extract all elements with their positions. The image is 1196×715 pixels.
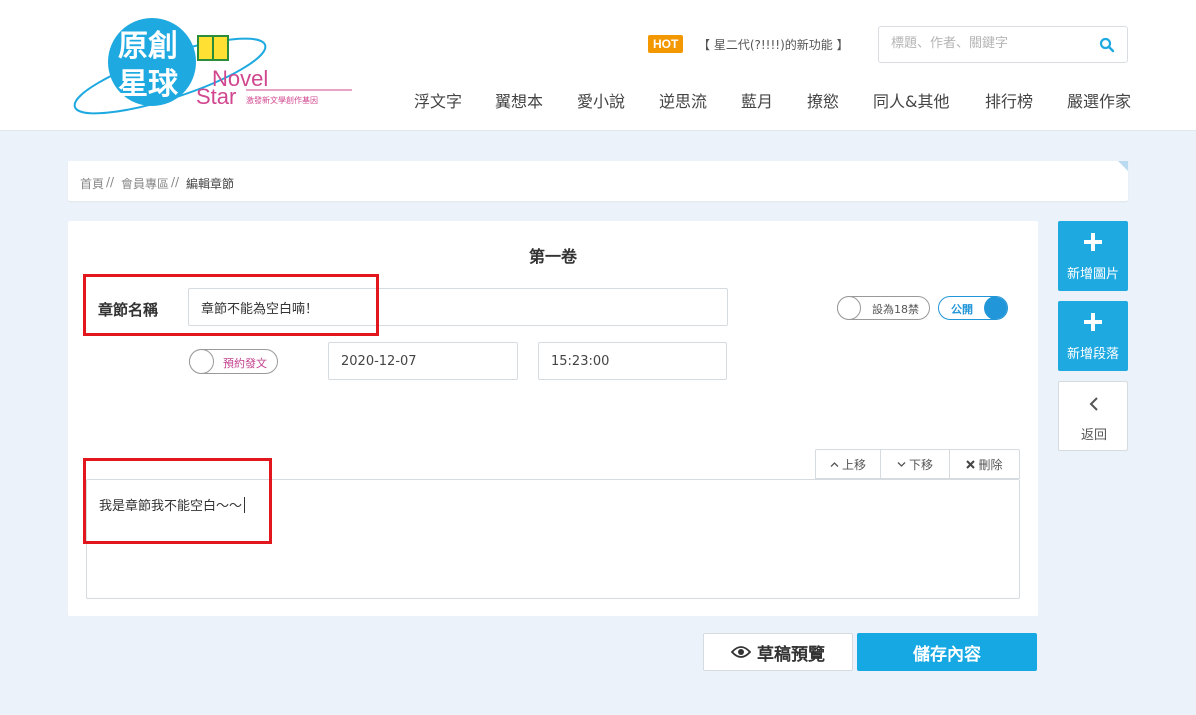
- volume-title: 第一卷: [528, 247, 577, 266]
- toggle-knob: [189, 349, 214, 374]
- search-icon[interactable]: [1099, 37, 1115, 53]
- svg-text:原創: 原創: [118, 29, 178, 64]
- search-box: [878, 26, 1128, 63]
- add-paragraph-label: 新增段落: [1066, 347, 1119, 362]
- highlight-box-title: [83, 274, 379, 336]
- schedule-post-label: 預約發文: [223, 357, 267, 370]
- svg-text:激發新文學創作基因: 激發新文學創作基因: [246, 95, 318, 105]
- nav-item[interactable]: 同人&其他: [873, 88, 949, 112]
- delete-paragraph-button[interactable]: 刪除: [949, 450, 1019, 478]
- chevron-down-icon: [897, 461, 906, 467]
- save-content-button[interactable]: 儲存內容: [857, 633, 1037, 671]
- draft-preview-button[interactable]: 草稿預覽: [703, 633, 853, 671]
- back-button[interactable]: 返回: [1058, 381, 1128, 451]
- toggle-knob: [837, 296, 861, 320]
- save-content-label: 儲存內容: [913, 644, 981, 665]
- schedule-date-input[interactable]: [328, 342, 518, 380]
- highlight-box-content: [83, 458, 272, 544]
- plus-icon: [1084, 313, 1102, 331]
- public-toggle-label: 公開: [951, 303, 973, 316]
- close-icon: [966, 459, 976, 469]
- schedule-time-input[interactable]: [538, 342, 727, 380]
- svg-text:Star: Star: [196, 84, 236, 109]
- chevron-left-icon: [1089, 397, 1098, 411]
- nav-item[interactable]: 逆思流: [659, 88, 707, 112]
- search-input[interactable]: [891, 36, 1091, 51]
- breadcrumb: 首頁 // 會員專區 // 編輯章節: [68, 161, 1128, 201]
- site-logo[interactable]: 原創 星球 Novel Star 激發新文學創作基因: [70, 14, 360, 118]
- nav-item[interactable]: 浮文字: [414, 88, 462, 112]
- hot-badge: HOT: [648, 35, 684, 53]
- toggle-knob: [984, 297, 1007, 319]
- delete-label: 刪除: [978, 457, 1003, 472]
- plus-icon: [1084, 233, 1102, 251]
- move-down-button[interactable]: 下移: [880, 450, 949, 478]
- nav-item[interactable]: 愛小說: [577, 88, 625, 112]
- site-header: 原創 星球 Novel Star 激發新文學創作基因 HOT 【 星二代(?!!…: [0, 0, 1196, 131]
- add-image-button[interactable]: 新增圖片: [1058, 221, 1128, 291]
- move-down-label: 下移: [908, 457, 933, 472]
- eye-icon: [731, 646, 751, 658]
- r18-toggle-label: 設為18禁: [872, 303, 919, 316]
- r18-toggle[interactable]: 設為18禁: [837, 296, 930, 320]
- schedule-post-toggle[interactable]: 預約發文: [189, 349, 278, 374]
- hot-news-link[interactable]: 【 星二代(?!!!!)的新功能 】: [698, 36, 849, 53]
- public-toggle[interactable]: 公開: [938, 296, 1008, 320]
- corner-decoration: [1118, 161, 1128, 171]
- nav-item[interactable]: 嚴選作家: [1067, 88, 1131, 112]
- move-up-button[interactable]: 上移: [816, 450, 880, 478]
- nav-item[interactable]: 藍月: [741, 88, 773, 112]
- back-label: 返回: [1080, 428, 1107, 443]
- svg-text:星球: 星球: [118, 67, 179, 102]
- breadcrumb-current: 編輯章節: [186, 177, 235, 191]
- breadcrumb-separator: //: [106, 175, 115, 189]
- nav-item[interactable]: 翼想本: [495, 88, 543, 112]
- chapter-editor-card: 第一卷 章節名稱 設為18禁 公開 預約發文 上移 下移 刪除 我是章節我不能空…: [68, 221, 1038, 616]
- breadcrumb-separator: //: [171, 175, 180, 189]
- nav-item[interactable]: 撩慾: [807, 88, 839, 112]
- nav-item[interactable]: 排行榜: [985, 88, 1033, 112]
- main-nav: 浮文字 翼想本 愛小說 逆思流 藍月 撩慾 同人&其他 排行榜 嚴選作家: [400, 88, 1140, 112]
- chevron-up-icon: [830, 461, 839, 467]
- move-up-label: 上移: [841, 457, 866, 472]
- breadcrumb-home[interactable]: 首頁: [80, 175, 104, 192]
- breadcrumb-member[interactable]: 會員專區: [121, 175, 169, 192]
- draft-preview-label: 草稿預覽: [757, 644, 825, 665]
- paragraph-toolbar: 上移 下移 刪除: [815, 449, 1020, 479]
- add-image-label: 新增圖片: [1066, 267, 1119, 282]
- add-paragraph-button[interactable]: 新增段落: [1058, 301, 1128, 371]
